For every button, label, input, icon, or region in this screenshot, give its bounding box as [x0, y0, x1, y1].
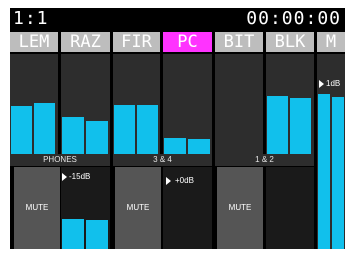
- master-gain-marker[interactable]: [319, 80, 324, 88]
- tab-bit[interactable]: BIT: [215, 32, 263, 52]
- meter-bar-right: [188, 139, 210, 154]
- phones-gain-label: -15dB: [69, 172, 91, 181]
- ch34-gain-marker[interactable]: [166, 177, 171, 185]
- mute-button-phones[interactable]: MUTE: [14, 167, 60, 249]
- master-meter: 1dB: [317, 54, 345, 249]
- meter-bar-left: [62, 219, 84, 249]
- group-label-3-4: 3 & 4: [113, 154, 212, 166]
- master-meter-bar-left: [318, 94, 330, 249]
- output-meter-1-2: [266, 167, 314, 249]
- mixer-screen: 1:1 00:00:00 LEM RAZ FIR PC BIT BLK M 1d…: [10, 8, 345, 249]
- tab-m[interactable]: M: [317, 32, 345, 52]
- meter-bar-left: [164, 138, 186, 154]
- master-meter-bar-right: [332, 97, 344, 249]
- channel-meter-fir: [113, 54, 160, 154]
- tab-blk[interactable]: BLK: [266, 32, 314, 52]
- group-label-1-2: 1 & 2: [215, 154, 314, 166]
- meter-bar-right: [86, 220, 108, 249]
- ratio-readout: 1:1: [13, 8, 49, 29]
- group-label-phones: PHONES: [10, 154, 110, 166]
- phones-gain-marker[interactable]: [62, 173, 67, 181]
- meter-bar-right: [290, 98, 311, 154]
- channel-meter-blk: [266, 54, 314, 154]
- channel-meter-bit: [215, 54, 263, 154]
- timecode-display: 00:00:00: [246, 8, 341, 29]
- meter-bar-left: [62, 117, 84, 154]
- master-gain-label: 1dB: [326, 79, 341, 88]
- channel-meter-pc: [163, 54, 212, 154]
- tab-pc[interactable]: PC: [163, 32, 212, 52]
- channel-meter-raz: [61, 54, 110, 154]
- tab-lem[interactable]: LEM: [10, 32, 58, 52]
- meter-bar-right: [86, 121, 108, 154]
- meter-bar-right: [137, 105, 158, 154]
- meter-bar-left: [267, 96, 288, 154]
- channel-meter-lem: [10, 54, 58, 154]
- output-meter-3-4: +0dB: [163, 167, 212, 249]
- tab-raz[interactable]: RAZ: [61, 32, 110, 52]
- meter-bar-left: [11, 106, 32, 154]
- meter-bar-right: [34, 103, 55, 154]
- tab-fir[interactable]: FIR: [113, 32, 160, 52]
- ch34-gain-label: +0dB: [175, 176, 194, 185]
- meter-bar-left: [114, 105, 135, 154]
- output-meter-phones: -15dB: [61, 167, 110, 249]
- mute-button-3-4[interactable]: MUTE: [115, 167, 161, 249]
- mute-button-1-2[interactable]: MUTE: [217, 167, 263, 249]
